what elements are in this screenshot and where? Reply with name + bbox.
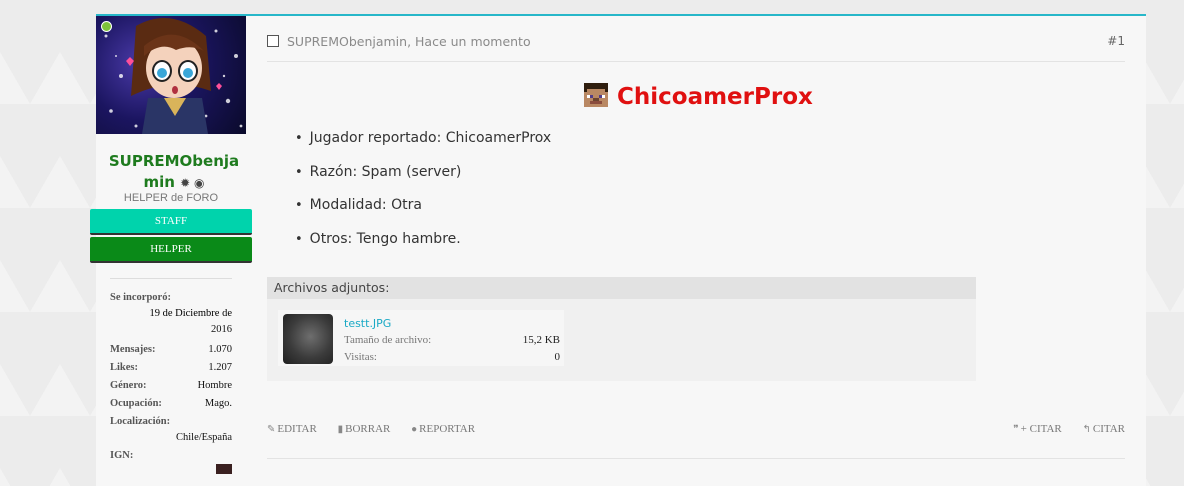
select-post-checkbox[interactable] [267, 35, 279, 47]
attachment-views-value: 0 [554, 351, 561, 363]
pencil-icon: ✎ [267, 424, 276, 435]
likes-value: 1.207 [208, 362, 232, 373]
message-post: SUPREMObenja min ✹ ◉ HELPER de FORO STAF… [90, 14, 1146, 486]
location-value-row: Chile/España [110, 432, 232, 443]
likes-label: Likes: [110, 362, 139, 373]
user-avatar[interactable] [96, 16, 246, 134]
username[interactable]: SUPREMObenja min ✹ ◉ [104, 151, 244, 194]
avatar-illustration [104, 18, 243, 134]
gear-badge-icon: ✹ [180, 176, 191, 190]
post-header-divider [267, 61, 1125, 62]
username-line-2: min [143, 173, 175, 191]
list-item: Otros: Tengo hambre. [295, 227, 551, 261]
post-meta: SUPREMObenjamin, Hace un momento [267, 34, 531, 49]
attachment-filename[interactable]: testt.JPG [344, 317, 391, 330]
ign-row: IGN: [110, 450, 232, 474]
alert-icon: ● [411, 424, 418, 435]
post-author-date[interactable]: SUPREMObenjamin, Hace un momento [287, 34, 531, 49]
delete-label: BORRAR [345, 423, 391, 435]
post-permalink[interactable]: #1 [1107, 34, 1125, 48]
messages-label: Mensajes: [110, 344, 156, 355]
location-row: Localización: [110, 416, 232, 427]
attachment-size-row: Tamaño de archivo: 15,2 KB [344, 334, 560, 346]
reply-arrow-icon: ↰ [1082, 424, 1091, 435]
post-actions-right: ❞ + CITAR ↰ CITAR [995, 423, 1125, 435]
multiquote-label: + CITAR [1020, 423, 1062, 435]
attachments-header: Archivos adjuntos: [267, 277, 976, 299]
joined-row: Se incorporó: [110, 292, 232, 303]
joined-label: Se incorporó: [110, 292, 171, 303]
attachments-block: Archivos adjuntos: testt.JPG Tamaño de a… [267, 277, 976, 381]
list-item: Razón: Spam (server) [295, 160, 551, 194]
messages-value[interactable]: 1.070 [208, 344, 232, 355]
joined-value-1: 19 de Diciembre de [149, 308, 232, 319]
post-footer-divider [267, 458, 1125, 459]
attachment-size-value: 15,2 KB [522, 334, 560, 346]
delete-button[interactable]: ▮ BORRAR [338, 423, 391, 435]
likes-row: Likes: 1.207 [110, 362, 232, 373]
rank-banner-helper: HELPER [90, 237, 252, 263]
edit-label: EDITAR [277, 423, 317, 435]
user-title: HELPER de FORO [123, 192, 219, 204]
player-head-icon [584, 83, 608, 107]
quote-button[interactable]: ↰ CITAR [1082, 423, 1125, 435]
ign-label: IGN: [110, 450, 134, 461]
location-label: Localización: [110, 416, 171, 427]
gender-value: Hombre [197, 380, 232, 391]
trash-icon: ▮ [337, 424, 344, 435]
reported-player-heading: ChicoamerProx [584, 82, 813, 112]
quote-icon: ❞ [1013, 424, 1019, 435]
rank-banner-staff: STAFF [90, 209, 252, 235]
gender-row: Género: Hombre [110, 380, 232, 391]
attachment-views-label: Visitas: [344, 351, 377, 363]
joined-value-2: 2016 [211, 324, 232, 335]
username-line-1: SUPREMObenja [108, 152, 240, 170]
user-info-pane: SUPREMObenja min ✹ ◉ HELPER de FORO STAF… [90, 16, 252, 474]
quote-label: CITAR [1092, 423, 1125, 435]
report-label: REPORTAR [419, 423, 476, 435]
verified-check-icon: ◉ [194, 176, 205, 190]
ign-skin-icon [216, 464, 232, 474]
joined-value-row-2: 2016 [110, 324, 232, 335]
attachment-thumbnail[interactable] [283, 314, 333, 364]
joined-value-row: 19 de Diciembre de [110, 308, 232, 319]
gender-label: Género: [110, 380, 147, 391]
occupation-label: Ocupación: [110, 398, 162, 409]
edit-button[interactable]: ✎ EDITAR [267, 423, 317, 435]
occupation-row: Ocupación: Mago. [110, 398, 232, 409]
heading-text: ChicoamerProx [617, 84, 813, 110]
attachment-item: testt.JPG Tamaño de archivo: 15,2 KB Vis… [278, 310, 564, 366]
messages-row: Mensajes: 1.070 [110, 344, 232, 355]
attachment-views-row: Visitas: 0 [344, 351, 560, 363]
post-actions-left: ✎ EDITAR ▮ BORRAR ● REPORTAR [267, 423, 493, 435]
online-status-dot [101, 21, 112, 32]
occupation-value: Mago. [204, 398, 232, 409]
list-item: Modalidad: Otra [295, 193, 551, 227]
multiquote-button[interactable]: ❞ + CITAR [1013, 423, 1061, 435]
report-details-list: Jugador reportado: ChicoamerProx Razón: … [295, 126, 552, 261]
user-pane-divider [110, 278, 232, 279]
location-value[interactable]: Chile/España [176, 432, 232, 443]
report-button[interactable]: ● REPORTAR [411, 423, 475, 435]
attachment-size-label: Tamaño de archivo: [344, 334, 432, 346]
list-item: Jugador reportado: ChicoamerProx [295, 126, 552, 160]
